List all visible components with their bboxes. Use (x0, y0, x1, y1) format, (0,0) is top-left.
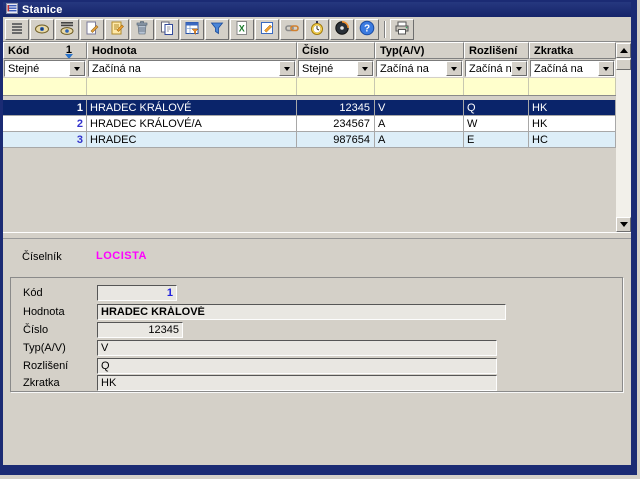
arrow-up-icon (620, 44, 628, 53)
search-cell-rozliseni[interactable] (464, 78, 529, 95)
filter-combo-kod[interactable]: Stejné (4, 60, 86, 77)
grid-filter-row: Stejné Začíná na Stejné Začíná na Začíná… (3, 59, 616, 78)
vertical-scrollbar[interactable] (616, 43, 631, 232)
help-icon: ? (359, 20, 375, 39)
zkratka-field[interactable] (97, 375, 497, 391)
sort-indicator: 1 (66, 44, 72, 57)
edit-note-button[interactable] (255, 19, 279, 40)
edit-note-icon (259, 20, 275, 39)
database-disc-button[interactable] (330, 19, 354, 40)
title-bar[interactable]: Stanice (3, 2, 631, 17)
filter-button[interactable] (205, 19, 229, 40)
kod-field[interactable] (97, 285, 177, 301)
column-header-typ[interactable]: Typ(A/V) (375, 42, 464, 59)
rozliseni-field[interactable] (97, 358, 497, 374)
table-row[interactable]: 3 HRADEC 987654 A E HC (3, 132, 616, 148)
link-button[interactable] (280, 19, 304, 40)
field-label-hodnota: Hodnota (23, 306, 65, 318)
table-row[interactable]: 2 HRADEC KRÁLOVÉ/A 234567 A W HK (3, 116, 616, 132)
ciselnik-value: LOCISTA (96, 250, 147, 262)
database-disc-icon (334, 20, 350, 39)
filter-funnel-icon (209, 20, 225, 39)
search-cell-cislo[interactable] (297, 78, 375, 95)
view-button[interactable] (30, 19, 54, 40)
toolbar-separator (384, 21, 386, 38)
help-button[interactable]: ? (355, 19, 379, 40)
toolbar: X ? (3, 17, 631, 41)
svg-text:X: X (239, 23, 245, 33)
export-excel-button[interactable]: X (230, 19, 254, 40)
new-record-button[interactable] (80, 19, 104, 40)
chevron-down-icon[interactable] (598, 61, 614, 76)
table-filter-icon (184, 20, 200, 39)
grid-search-row (3, 78, 616, 96)
filter-combo-cislo[interactable]: Stejné (298, 60, 374, 77)
arrow-down-icon (620, 222, 628, 231)
search-cell-kod[interactable] (3, 78, 87, 95)
app-window: Stanice X ? Kód1 Hodnota Číslo Typ(A/V) (0, 0, 640, 479)
copy-record-button[interactable] (155, 19, 179, 40)
grid-header-row: Kód1 Hodnota Číslo Typ(A/V) Rozlišení Zk… (3, 42, 616, 59)
delete-record-button[interactable] (130, 19, 154, 40)
fields-groupbox: Kód Hodnota Číslo Typ(A/V) Rozlišení Zkr… (10, 277, 623, 392)
stopwatch-icon (309, 20, 325, 39)
field-label-rozliseni: Rozlišení (23, 360, 68, 372)
ciselnik-label: Číselník (22, 251, 62, 263)
field-label-cislo: Číslo (23, 324, 48, 336)
table-row[interactable]: 1 HRADEC KRÁLOVÉ 12345 V Q HK (3, 100, 616, 116)
chevron-down-icon[interactable] (357, 61, 373, 76)
copy-icon (159, 20, 175, 39)
search-cell-zkratka[interactable] (529, 78, 616, 95)
column-header-cislo[interactable]: Číslo (297, 42, 375, 59)
table-filter-button[interactable] (180, 19, 204, 40)
column-header-kod[interactable]: Kód1 (3, 42, 87, 59)
cislo-field[interactable] (97, 322, 183, 338)
field-label-typ: Typ(A/V) (23, 342, 66, 354)
filter-combo-zkratka[interactable]: Začíná na (530, 60, 615, 77)
scrollbar-thumb[interactable] (616, 59, 631, 70)
data-grid: Kód1 Hodnota Číslo Typ(A/V) Rozlišení Zk… (3, 41, 631, 232)
field-label-kod: Kód (23, 287, 43, 299)
print-button[interactable] (390, 19, 414, 40)
filter-combo-typ[interactable]: Začíná na (376, 60, 463, 77)
window-title: Stanice (22, 4, 63, 16)
scroll-down-button[interactable] (616, 217, 631, 232)
chevron-down-icon[interactable] (69, 61, 85, 76)
export-excel-icon: X (234, 20, 250, 39)
list-icon (6, 3, 18, 17)
eye-icon (34, 20, 50, 39)
rows-button[interactable] (5, 19, 29, 40)
stopwatch-button[interactable] (305, 19, 329, 40)
view-columns-button[interactable] (55, 19, 79, 40)
splitter-handle[interactable] (3, 232, 631, 239)
search-cell-hodnota[interactable] (87, 78, 297, 95)
svg-text:?: ? (364, 23, 370, 34)
edit-record-icon (109, 20, 125, 39)
rows-icon (9, 20, 25, 39)
chevron-down-icon[interactable] (279, 61, 295, 76)
trash-icon (134, 20, 150, 39)
chevron-down-icon[interactable] (511, 61, 527, 76)
detail-form: Číselník LOCISTA Kód Hodnota Číslo Typ(A… (3, 239, 631, 465)
scroll-up-button[interactable] (616, 43, 631, 58)
column-header-hodnota[interactable]: Hodnota (87, 42, 297, 59)
print-icon (394, 20, 410, 39)
eye-columns-icon (59, 20, 75, 39)
column-header-rozliseni[interactable]: Rozlišení (464, 42, 529, 59)
grid-empty-area (3, 183, 616, 232)
chevron-down-icon[interactable] (446, 61, 462, 76)
column-header-zkratka[interactable]: Zkratka (529, 42, 616, 59)
hodnota-field[interactable] (97, 304, 506, 320)
filter-combo-rozliseni[interactable]: Začíná na (465, 60, 528, 77)
search-cell-typ[interactable] (375, 78, 464, 95)
link-chain-icon (284, 20, 300, 39)
filter-combo-hodnota[interactable]: Začíná na (88, 60, 296, 77)
new-record-icon (84, 20, 100, 39)
edit-record-button[interactable] (105, 19, 129, 40)
typ-field[interactable] (97, 340, 497, 356)
field-label-zkratka: Zkratka (23, 377, 60, 389)
